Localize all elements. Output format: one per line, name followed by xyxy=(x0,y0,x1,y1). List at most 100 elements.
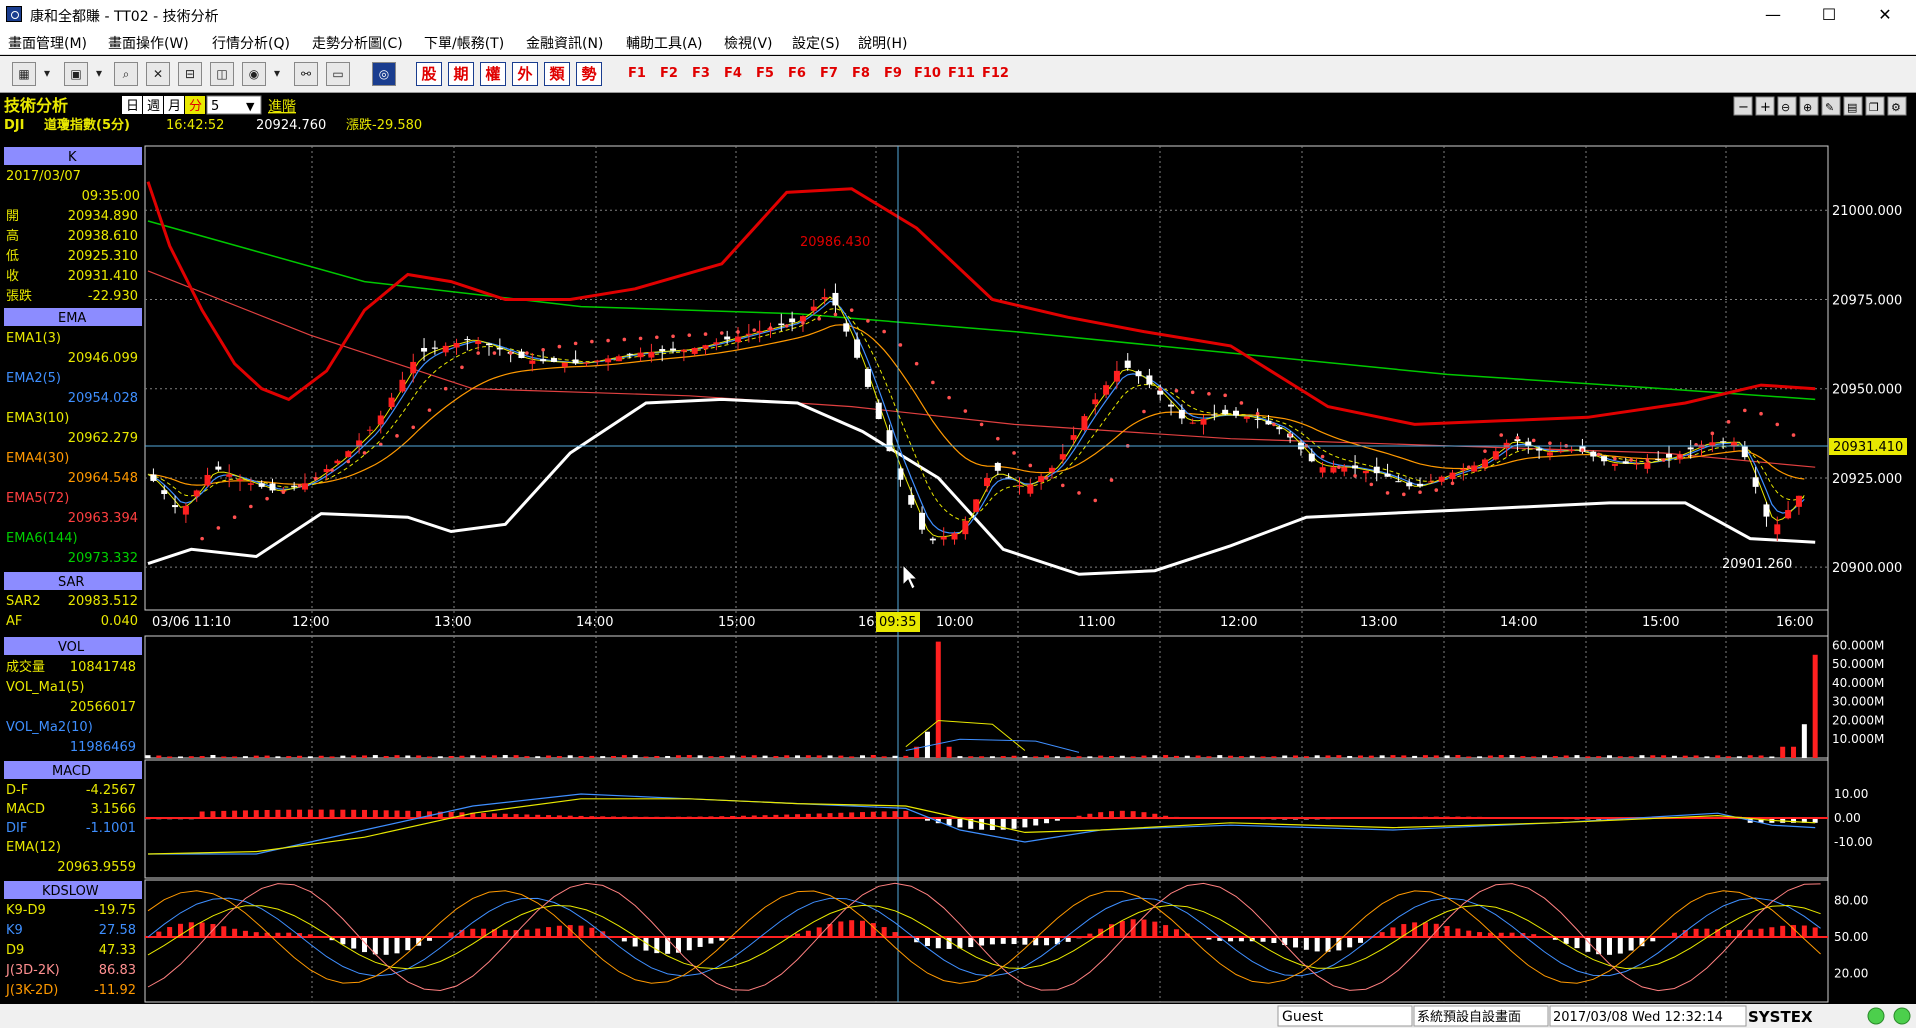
candlestick xyxy=(366,429,373,431)
sar-dot xyxy=(1255,411,1260,416)
ema-label: EMA4(30) xyxy=(6,451,69,466)
sar-dot xyxy=(265,496,269,501)
sar-dot xyxy=(1434,488,1439,492)
candlestick xyxy=(648,351,655,358)
sar-dot xyxy=(411,425,416,430)
kd-histogram-bar xyxy=(1152,921,1158,937)
candlestick xyxy=(1254,418,1261,420)
connection-status-icon xyxy=(1867,1007,1885,1025)
macd-axis-label: 0.00 xyxy=(1834,811,1861,825)
volume-bar xyxy=(805,755,811,758)
period-minute[interactable]: 分 xyxy=(189,99,202,114)
volume-bar xyxy=(502,755,508,758)
macd-axis-label: -10.00 xyxy=(1834,835,1873,849)
volume-bar xyxy=(1715,755,1721,758)
vol-axis-label: 30.000M xyxy=(1832,695,1884,709)
sar-dot xyxy=(1515,435,1520,440)
candlestick xyxy=(594,360,601,362)
volume-bar xyxy=(773,756,779,758)
quote-time: 16:42:52 xyxy=(166,118,224,133)
sar-dot xyxy=(1678,454,1682,459)
macd-ema-label: EMA(12) xyxy=(6,840,61,855)
sar-dot xyxy=(784,324,789,328)
candlestick xyxy=(637,352,644,358)
systex-brand: SYSTEX xyxy=(1748,1008,1813,1026)
volume-bar xyxy=(1704,756,1710,758)
period-day[interactable]: 日 xyxy=(126,99,139,114)
dif-value: -1.1001 xyxy=(86,821,136,836)
volume-bar xyxy=(1509,755,1515,758)
candlestick xyxy=(1590,451,1597,457)
candlestick xyxy=(431,347,438,349)
candlestick xyxy=(1406,482,1413,487)
time-axis-label: 15:00 xyxy=(1642,615,1679,630)
candlestick xyxy=(994,462,1001,471)
sar-dot xyxy=(1661,458,1666,462)
kd-histogram-bar xyxy=(935,937,941,949)
period-week[interactable]: 週 xyxy=(147,99,160,114)
candlestick xyxy=(1113,370,1120,382)
sar-dot xyxy=(1791,433,1796,437)
kd-panel-header: KDSLOW xyxy=(42,884,99,899)
time-axis-label: 14:00 xyxy=(1500,615,1537,630)
volume-bar xyxy=(177,756,183,758)
kd-histogram-bar xyxy=(546,927,552,937)
kd-axis-label: 50.00 xyxy=(1834,930,1868,944)
volume-bar xyxy=(1000,756,1006,758)
candlestick xyxy=(875,402,882,420)
connection-status-icon xyxy=(1893,1007,1911,1025)
vol-axis-label: 40.000M xyxy=(1832,676,1884,690)
volume-bar xyxy=(1076,756,1082,758)
candlestick xyxy=(182,505,189,515)
volume-bar xyxy=(1628,756,1634,758)
candlestick xyxy=(1795,495,1802,507)
volume-bar xyxy=(1758,755,1764,758)
sar-dot xyxy=(1320,454,1325,459)
advanced-link[interactable]: 進階 xyxy=(268,99,296,115)
kd-histogram-bar xyxy=(1726,929,1732,937)
sar-dot xyxy=(557,344,562,349)
macd-ema-value: 20963.9559 xyxy=(57,860,136,875)
ema-label: EMA3(10) xyxy=(6,411,69,426)
kd-histogram-bar xyxy=(1574,937,1580,949)
volume-bar xyxy=(1293,755,1299,758)
volume-bar xyxy=(1412,755,1418,758)
volume-bar xyxy=(329,756,335,758)
candlestick xyxy=(1200,419,1207,425)
quote-change: 漲跌-29.580 xyxy=(346,117,422,133)
volume-bar xyxy=(1282,755,1288,758)
candlestick xyxy=(778,323,785,326)
candlestick xyxy=(1395,481,1402,483)
volume-bar xyxy=(1260,756,1266,758)
kd-histogram-bar xyxy=(1455,928,1461,937)
sar-dot xyxy=(1466,465,1471,470)
sar-dot xyxy=(1385,491,1390,495)
af-value: 0.040 xyxy=(101,614,138,629)
volume-bar xyxy=(264,755,270,758)
sar-dot xyxy=(330,468,334,472)
kd-histogram-bar xyxy=(838,921,844,937)
chevron-down-icon[interactable]: ▼ xyxy=(246,100,255,113)
sar-dot xyxy=(882,329,886,334)
kd-histogram-bar xyxy=(1173,929,1179,937)
interval-select[interactable]: 5 xyxy=(211,99,219,114)
macd-histogram-bar xyxy=(979,818,985,830)
macd-histogram-bar xyxy=(232,810,238,818)
candlestick xyxy=(453,343,460,348)
candlestick xyxy=(799,316,806,322)
kd-axis-label: 80.00 xyxy=(1834,893,1868,907)
period-month[interactable]: 月 xyxy=(168,99,181,114)
candlestick xyxy=(821,297,828,300)
volume-bar xyxy=(1466,756,1472,758)
candlestick xyxy=(1427,481,1434,483)
sar-dot xyxy=(492,351,497,355)
volume-bar xyxy=(481,755,487,758)
candlestick xyxy=(172,505,179,508)
volume-bar xyxy=(1617,756,1623,758)
sar-dot xyxy=(476,351,480,355)
kd-histogram-bar xyxy=(405,937,411,951)
candlestick xyxy=(1027,484,1034,494)
candlestick xyxy=(929,538,936,541)
volume-bar xyxy=(643,756,649,758)
candlestick xyxy=(1352,465,1359,469)
